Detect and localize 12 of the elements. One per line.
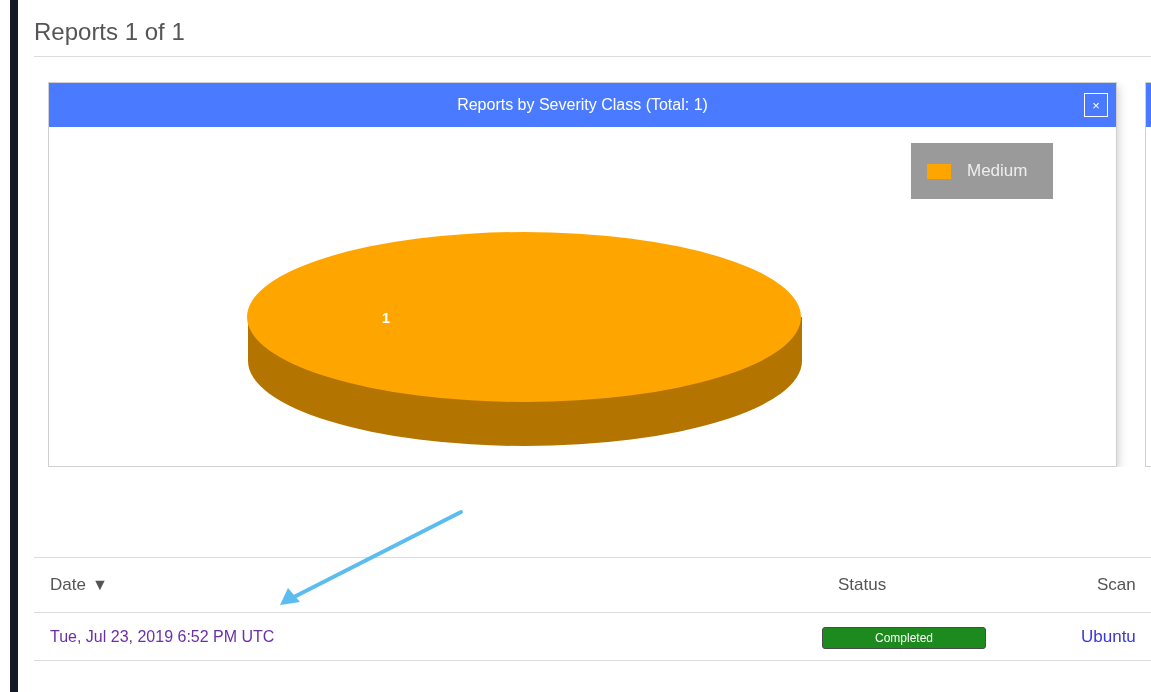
column-header[interactable]: Date	[50, 572, 86, 598]
scan-link[interactable]: Ubuntu	[1081, 626, 1136, 646]
sort-icon[interactable]: ▼	[91, 573, 108, 597]
close-button[interactable]: ×	[1084, 93, 1108, 117]
date-link[interactable]: Tue, Jul 23, 2019 6:52 PM UTC	[50, 627, 275, 645]
column-header[interactable]: Scan	[1097, 572, 1136, 598]
column-header[interactable]: Status	[838, 572, 887, 598]
data-label: 1	[381, 309, 391, 326]
legend-label: Medium	[967, 160, 1028, 183]
status-badge: Completed	[822, 626, 986, 649]
card-title: Reports by Severity Class (Total: 1)	[457, 95, 708, 115]
page-title: Reports 1 of 1	[34, 17, 186, 47]
